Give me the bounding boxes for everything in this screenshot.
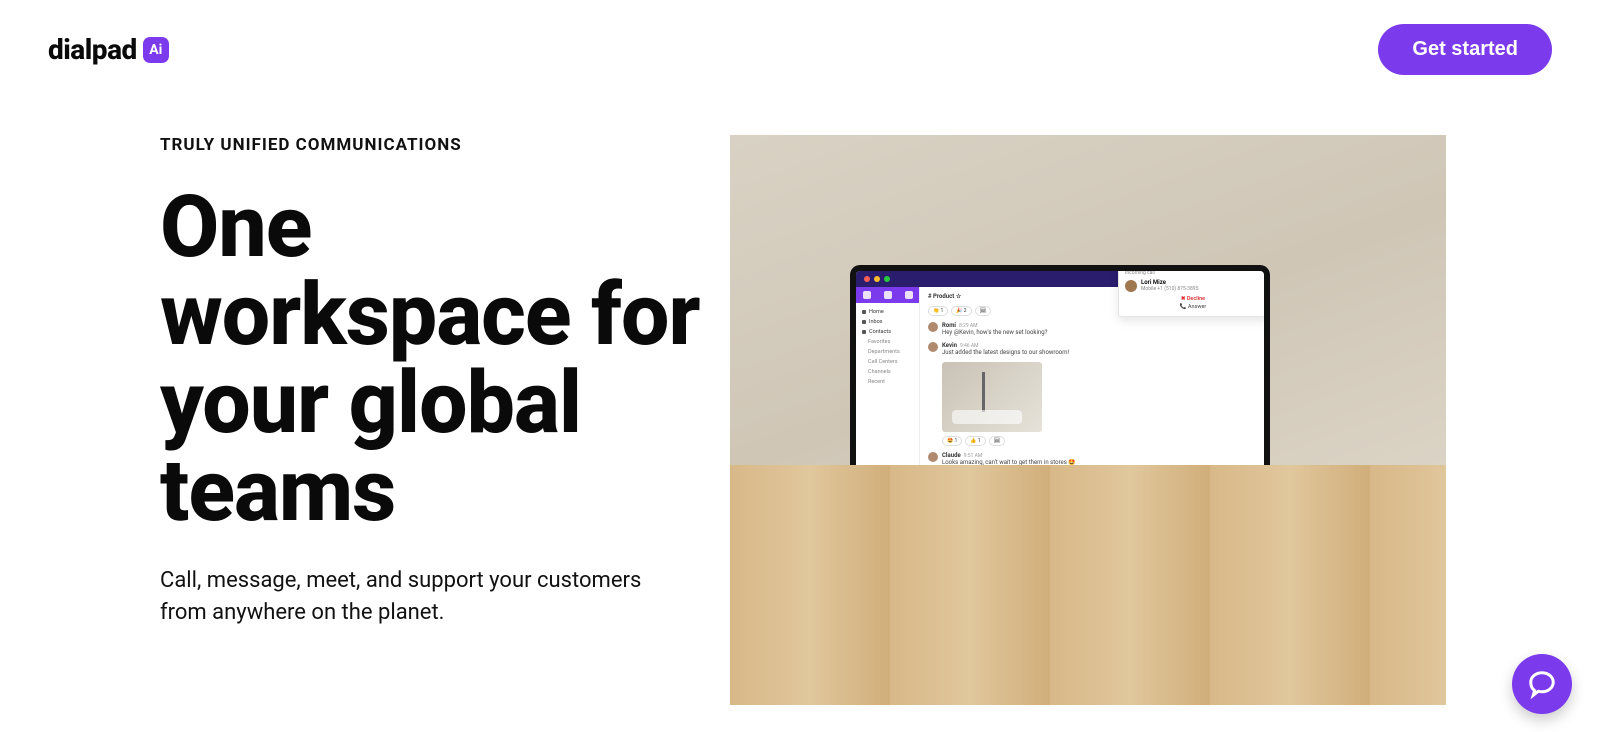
reaction-chip[interactable]: 🖼 <box>975 306 991 316</box>
chat-message: Kevin9:46 AMJust added the latest design… <box>928 342 1256 356</box>
incoming-call-popup: Incoming call Lori MizeMobile +1 (510) 8… <box>1118 265 1268 317</box>
avatar <box>928 452 938 462</box>
sidebar-nav: Home Inbox Contacts Favorites Department… <box>856 303 919 385</box>
sidebar-sub-channels[interactable]: Channels <box>862 369 913 375</box>
message-composer[interactable]: Message #product 📎⚙ <box>926 507 1256 521</box>
laptop-screen: Home Inbox Contacts Favorites Department… <box>850 265 1270 525</box>
sidebar-tabstrip <box>856 287 919 303</box>
hero-headline: One workspace for your global teams <box>160 183 730 535</box>
reaction-chip[interactable]: 🖼 <box>989 436 1005 446</box>
chat-panel: # Product ☆ 👏 1🎉 2🖼 Romi8:29 AMHey @Kevi… <box>920 287 1264 525</box>
inbox-icon <box>862 320 866 324</box>
caller-phone: Mobile +1 (510) 875-3895 <box>1141 286 1198 292</box>
avatar <box>928 342 938 352</box>
laptop-hinge <box>850 525 1270 551</box>
sidebar-sub-departments[interactable]: Departments <box>862 349 913 355</box>
reaction-chip[interactable]: 🎉 2 <box>951 306 971 316</box>
home-icon <box>862 310 866 314</box>
reaction-chip[interactable]: 🤩 1 <box>942 436 962 446</box>
reaction-chip[interactable]: 👍 1 <box>965 436 985 446</box>
contacts-icon <box>862 330 866 334</box>
caller-avatar <box>1125 280 1137 292</box>
chat-fab[interactable] <box>1512 654 1572 714</box>
star-icon[interactable]: ☆ <box>956 293 961 300</box>
reaction-chip[interactable]: 👏 1 <box>928 306 948 316</box>
settings-icon[interactable]: ⚙ <box>1247 511 1251 517</box>
site-header: dialpad Ai Get started <box>0 0 1600 75</box>
chat-bubble-icon <box>1527 669 1557 699</box>
popup-label: Incoming call <box>1125 270 1261 276</box>
hero-image: Home Inbox Contacts Favorites Department… <box>730 135 1446 705</box>
chat-message: Romi8:29 AMHey @Kevin, how's the new set… <box>928 322 1256 336</box>
brand-ai-badge: Ai <box>143 37 169 63</box>
chat-message: Claude9:51 AMLooks amazing, can't wait t… <box>928 452 1256 466</box>
sidebar-sub-favorites[interactable]: Favorites <box>862 339 913 345</box>
sidebar-item-contacts[interactable]: Contacts <box>862 329 913 335</box>
laptop-keyboard <box>805 549 1315 617</box>
app-body: Home Inbox Contacts Favorites Department… <box>856 287 1264 525</box>
answer-button[interactable]: 📞 Answer <box>1125 304 1261 310</box>
caller-name: Lori Mize <box>1141 279 1198 286</box>
brand-logo[interactable]: dialpad Ai <box>48 33 169 66</box>
hero-section: TRULY UNIFIED COMMUNICATIONS One workspa… <box>0 75 1600 705</box>
app-sidebar: Home Inbox Contacts Favorites Department… <box>856 287 920 525</box>
sidebar-item-inbox[interactable]: Inbox <box>862 319 913 325</box>
get-started-button[interactable]: Get started <box>1378 24 1552 75</box>
caller-row: Lori MizeMobile +1 (510) 875-3895 <box>1125 279 1261 292</box>
sidebar-sub-callcenters[interactable]: Call Centers <box>862 359 913 365</box>
reaction-bar: 🤩 1👍 1 🖼 <box>942 436 1256 446</box>
sidebar-item-home[interactable]: Home <box>862 309 913 315</box>
brand-wordmark: dialpad <box>48 33 137 66</box>
hero-copy: TRULY UNIFIED COMMUNICATIONS One workspa… <box>0 135 730 705</box>
avatar <box>928 322 938 332</box>
image-attachment[interactable] <box>942 362 1042 432</box>
hero-subhead: Call, message, meet, and support your cu… <box>160 565 680 629</box>
decline-button[interactable]: ✖ Decline <box>1125 296 1261 302</box>
laptop-mockup: Home Inbox Contacts Favorites Department… <box>850 265 1270 669</box>
hero-eyebrow: TRULY UNIFIED COMMUNICATIONS <box>160 135 730 155</box>
attach-icon[interactable]: 📎 <box>1236 511 1242 517</box>
phone-icon: 📞 <box>1180 304 1188 310</box>
sidebar-sub-recent[interactable]: Recent <box>862 379 913 385</box>
